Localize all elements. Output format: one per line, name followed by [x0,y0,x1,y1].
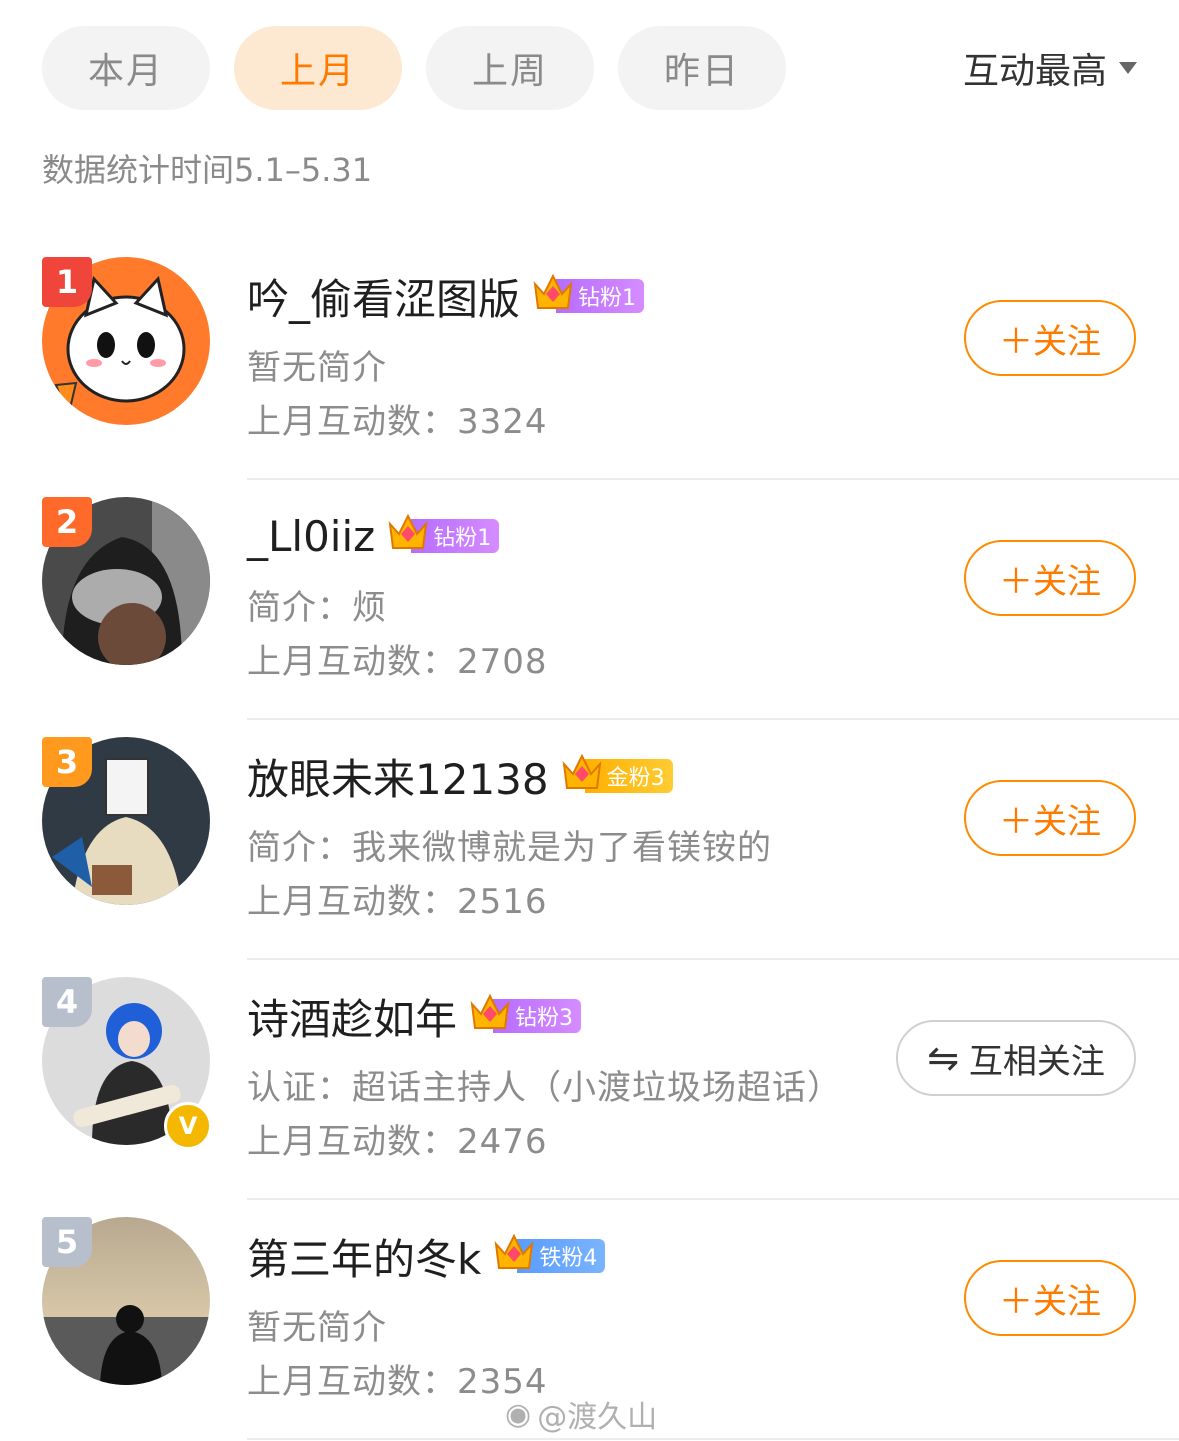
tab-yesterday[interactable]: 昨日 [618,26,786,110]
rank-badge: 3 [42,737,92,787]
list-item[interactable]: 3 放眼未来12138 金粉3 简介：我来微博就是为了看镁铵的 上月互动数：25… [0,720,1179,960]
user-name[interactable]: 吟_偷看涩图版 [247,266,520,327]
interaction-count: 上月互动数：2354 [247,1362,548,1402]
follow-button[interactable]: ＋关注 [964,780,1136,856]
user-name[interactable]: 放眼未来12138 [247,746,549,807]
interaction-count: 上月互动数：2708 [247,642,548,682]
caret-down-icon [1119,62,1137,74]
mutual-follow-button[interactable]: ⇋ 互相关注 [896,1020,1136,1096]
list-item[interactable]: 4 V 诗酒趁如年 钻粉3 认证：超话主持人（小渡垃圾场超话） 上月互动数：24… [0,960,1179,1200]
interaction-count: 上月互动数：2516 [247,882,548,922]
user-bio: 暂无简介 [247,348,387,388]
crown-icon [494,1233,534,1269]
crown-icon [470,993,510,1029]
follow-button[interactable]: ＋关注 [964,540,1136,616]
tab-last-month[interactable]: 上月 [234,26,402,110]
user-name[interactable]: 第三年的冬k [247,1226,481,1287]
follow-button[interactable]: ＋关注 [964,300,1136,376]
interaction-count: 上月互动数：2476 [247,1122,548,1162]
user-bio: 认证：超话主持人（小渡垃圾场超话） [247,1068,842,1108]
period-tabs: 本月 上月 上周 昨日 互动最高 [42,26,1137,110]
watermark-text: @渡久山 [537,1400,658,1435]
fan-level-badge: 钻粉1 [388,513,500,554]
fan-level-badge: 金粉3 [562,753,673,794]
fan-level-badge: 铁粉4 [494,1233,606,1274]
user-name[interactable]: 诗酒趁如年 [247,986,457,1047]
follow-button[interactable]: ＋关注 [964,1260,1136,1336]
swap-arrows-icon: ⇋ [927,1036,959,1080]
user-bio: 简介：烦 [247,588,387,628]
user-bio: 暂无简介 [247,1308,387,1348]
rank-badge: 2 [42,497,92,547]
watermark: ◉ @渡久山 [505,1392,657,1436]
rank-badge: 4 [42,977,92,1027]
crown-icon [562,753,601,789]
list-item[interactable]: 1 吟_偷看涩图版 钻粉1 暂无简介 上月互动数：3324 ＋关注 [0,240,1179,480]
user-name[interactable]: _Ll0iiz [247,512,375,561]
fan-level-badge: 钻粉3 [470,993,582,1034]
interaction-count: 上月互动数：3324 [247,402,548,442]
verified-icon: V [164,1102,212,1150]
rank-badge: 5 [42,1217,92,1267]
list-item[interactable]: 2 _Ll0iiz 钻粉1 简介：烦 上月互动数：2708 ＋关注 [0,480,1179,720]
rank-badge: 1 [42,257,92,307]
crown-icon [533,273,573,309]
divider [247,1438,1179,1440]
mutual-follow-label: 互相关注 [968,1041,1105,1082]
sort-dropdown[interactable]: 互动最高 [963,26,1137,110]
stat-range-text: 数据统计时间5.1–5.31 [42,151,373,189]
tab-this-month[interactable]: 本月 [42,26,210,110]
fan-level-badge: 钻粉1 [533,273,645,314]
sort-label: 互动最高 [962,51,1107,92]
tab-last-week[interactable]: 上周 [426,26,594,110]
crown-icon [388,513,428,549]
user-bio: 简介：我来微博就是为了看镁铵的 [247,828,772,868]
weibo-logo-icon: ◉ [505,1396,532,1432]
